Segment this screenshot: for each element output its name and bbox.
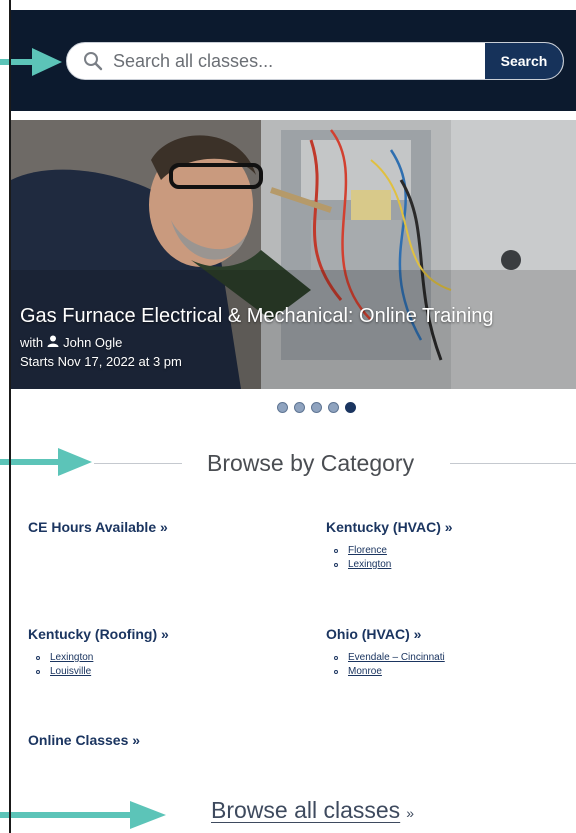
search-bar: Search bbox=[66, 42, 564, 80]
search-button[interactable]: Search bbox=[485, 43, 563, 79]
search-input[interactable] bbox=[111, 50, 485, 72]
header-spacer bbox=[11, 111, 576, 120]
browse-by-category-heading: Browse by Category bbox=[94, 450, 576, 478]
category-ohio-hvac: Ohio (HVAC) » Evendale – Cincinnati Monr… bbox=[326, 626, 445, 679]
category-link[interactable]: Monroe bbox=[348, 665, 382, 679]
category-kentucky-roofing: Kentucky (Roofing) » Lexington Louisvill… bbox=[28, 626, 169, 679]
hero-slide[interactable]: Gas Furnace Electrical & Mechanical: Onl… bbox=[11, 120, 576, 389]
hero-instructor-name: John Ogle bbox=[63, 335, 123, 350]
category-link[interactable]: Lexington bbox=[348, 558, 391, 572]
hero-caption: Gas Furnace Electrical & Mechanical: Onl… bbox=[20, 305, 494, 369]
user-icon bbox=[47, 335, 59, 350]
hero-with-prefix: with bbox=[20, 335, 44, 350]
slide-dot-1[interactable] bbox=[277, 402, 288, 413]
category-title[interactable]: Kentucky (HVAC) » bbox=[326, 519, 453, 535]
heading-divider-right bbox=[450, 463, 576, 464]
annotation-arrow-icon bbox=[0, 801, 166, 829]
category-title[interactable]: Ohio (HVAC) » bbox=[326, 626, 445, 642]
slide-dot-3[interactable] bbox=[311, 402, 322, 413]
category-link[interactable]: Evendale – Cincinnati bbox=[348, 651, 445, 665]
browse-all-classes-link[interactable]: Browse all classes bbox=[211, 797, 400, 823]
list-item: Florence bbox=[334, 544, 453, 558]
left-border bbox=[9, 0, 11, 833]
category-kentucky-hvac: Kentucky (HVAC) » Florence Lexington bbox=[326, 519, 453, 572]
bullet-icon bbox=[334, 670, 338, 674]
browse-all-classes: Browse all classes » bbox=[211, 797, 414, 824]
double-chevron-icon: » bbox=[406, 805, 414, 821]
hero-start-date: Starts Nov 17, 2022 at 3 pm bbox=[20, 354, 182, 369]
browse-title: Browse by Category bbox=[207, 450, 415, 476]
category-title[interactable]: CE Hours Available » bbox=[28, 519, 168, 535]
search-icon bbox=[75, 43, 111, 79]
top-strip bbox=[0, 0, 576, 10]
category-title[interactable]: Kentucky (Roofing) » bbox=[28, 626, 169, 642]
list-item: Monroe bbox=[334, 665, 445, 679]
bullet-icon bbox=[36, 670, 40, 674]
category-link-list: Lexington Louisville bbox=[28, 651, 169, 679]
list-item: Louisville bbox=[36, 665, 169, 679]
bullet-icon bbox=[334, 549, 338, 553]
list-item: Evendale – Cincinnati bbox=[334, 651, 445, 665]
category-link[interactable]: Florence bbox=[348, 544, 387, 558]
bullet-icon bbox=[334, 563, 338, 567]
slide-dot-2[interactable] bbox=[294, 402, 305, 413]
slide-pagination bbox=[277, 402, 356, 413]
slide-dot-5[interactable] bbox=[345, 402, 356, 413]
category-title[interactable]: Online Classes » bbox=[28, 732, 140, 748]
heading-divider-left bbox=[94, 463, 182, 464]
category-ce-hours: CE Hours Available » bbox=[28, 519, 168, 535]
annotation-arrow-icon bbox=[0, 448, 92, 476]
category-link[interactable]: Louisville bbox=[50, 665, 91, 679]
slide-dot-4[interactable] bbox=[328, 402, 339, 413]
category-link[interactable]: Lexington bbox=[50, 651, 93, 665]
hero-title[interactable]: Gas Furnace Electrical & Mechanical: Onl… bbox=[20, 305, 494, 328]
category-link-list: Florence Lexington bbox=[326, 544, 453, 572]
hero-instructor: with John Ogle bbox=[20, 335, 494, 350]
category-link-list: Evendale – Cincinnati Monroe bbox=[326, 651, 445, 679]
category-online-classes: Online Classes » bbox=[28, 732, 140, 748]
list-item: Lexington bbox=[334, 558, 453, 572]
list-item: Lexington bbox=[36, 651, 169, 665]
bullet-icon bbox=[334, 656, 338, 660]
bullet-icon bbox=[36, 656, 40, 660]
